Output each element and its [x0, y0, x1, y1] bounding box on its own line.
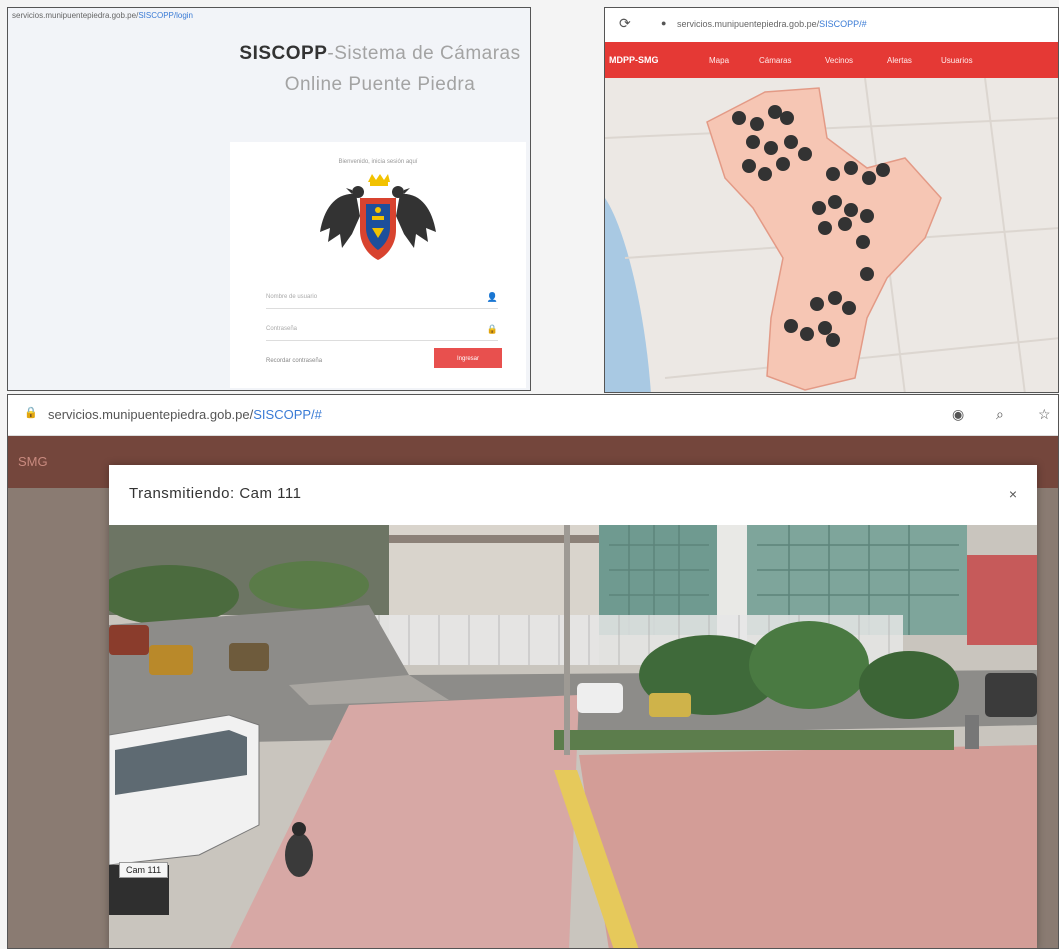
- camera-label-badge: Cam 111: [119, 862, 169, 878]
- username-placeholder: Nombre de usuario: [266, 294, 318, 300]
- nav-item-alertas[interactable]: Alertas: [887, 56, 912, 65]
- map-screenshot-panel: ⟳ ● servicios.munipuentepiedra.gob.pe/SI…: [604, 7, 1059, 393]
- camera-url[interactable]: servicios.munipuentepiedra.gob.pe/SISCOP…: [48, 407, 322, 422]
- search-icon[interactable]: ⌕: [996, 406, 1004, 423]
- reload-icon[interactable]: ⟳: [619, 15, 631, 32]
- login-card: Bienvenido, inicia sesión aquí Nombre de…: [230, 142, 526, 388]
- app-title: SISCOPP-Sistema de Cámaras Online Puente…: [234, 38, 526, 100]
- camera-screenshot-panel: 🔒 servicios.munipuentepiedra.gob.pe/SISC…: [7, 394, 1059, 949]
- url-domain: servicios.munipuentepiedra.gob.pe/: [48, 407, 254, 422]
- remember-password-link[interactable]: Recordar contraseña: [266, 358, 322, 364]
- password-placeholder: Contraseña: [266, 326, 298, 332]
- url-domain: servicios.munipuentepiedra.gob.pe/: [677, 19, 820, 29]
- municipal-crest-logo: [320, 174, 436, 260]
- login-caption: Bienvenido, inicia sesión aquí: [338, 159, 418, 165]
- url-path: SISCOPP/#: [253, 407, 322, 422]
- username-field[interactable]: Nombre de usuario 👤: [266, 290, 498, 309]
- url-path: SISCOPP/login: [138, 11, 194, 20]
- browser-address-bar: ⟳ ● servicios.munipuentepiedra.gob.pe/SI…: [605, 8, 1058, 42]
- nav-item-camaras[interactable]: Cámaras: [759, 56, 791, 65]
- login-url-bar[interactable]: servicios.munipuentepiedra.gob.pe/SISCOP…: [12, 11, 193, 20]
- user-icon: 👤: [486, 292, 498, 302]
- nav-item-mapa[interactable]: Mapa: [709, 56, 729, 65]
- lock-icon: ●: [661, 18, 667, 28]
- navbar-brand[interactable]: MDPP-SMG: [609, 55, 659, 65]
- close-icon[interactable]: ×: [1009, 486, 1017, 502]
- lock-icon: 🔒: [24, 407, 38, 419]
- navbar-brand: SMG: [18, 454, 48, 469]
- app-brand: SISCOPP: [239, 43, 328, 64]
- modal-title: Transmitiendo: Cam 111: [129, 485, 302, 502]
- login-screenshot-panel: servicios.munipuentepiedra.gob.pe/SISCOP…: [7, 7, 531, 391]
- location-icon[interactable]: ◉: [952, 406, 964, 423]
- app-navbar: MDPP-SMG Mapa Cámaras Vecinos Alertas Us…: [605, 42, 1058, 78]
- nav-item-usuarios[interactable]: Usuarios: [941, 56, 973, 65]
- password-field[interactable]: Contraseña 🔒: [266, 322, 498, 341]
- lock-icon: 🔒: [486, 324, 498, 334]
- url-domain: servicios.munipuentepiedra.gob.pe/: [12, 11, 139, 20]
- camera-video-feed[interactable]: [109, 525, 1037, 949]
- camera-stream-modal: Transmitiendo: Cam 111 × Cam 111: [109, 465, 1037, 949]
- star-icon[interactable]: ☆: [1038, 406, 1051, 423]
- camera-map[interactable]: [605, 78, 1059, 393]
- url-path: SISCOPP/#: [819, 19, 867, 29]
- browser-address-bar: 🔒 servicios.munipuentepiedra.gob.pe/SISC…: [8, 395, 1058, 436]
- map-url[interactable]: servicios.munipuentepiedra.gob.pe/SISCOP…: [677, 19, 867, 29]
- nav-item-vecinos[interactable]: Vecinos: [825, 56, 853, 65]
- login-button[interactable]: Ingresar: [434, 348, 502, 368]
